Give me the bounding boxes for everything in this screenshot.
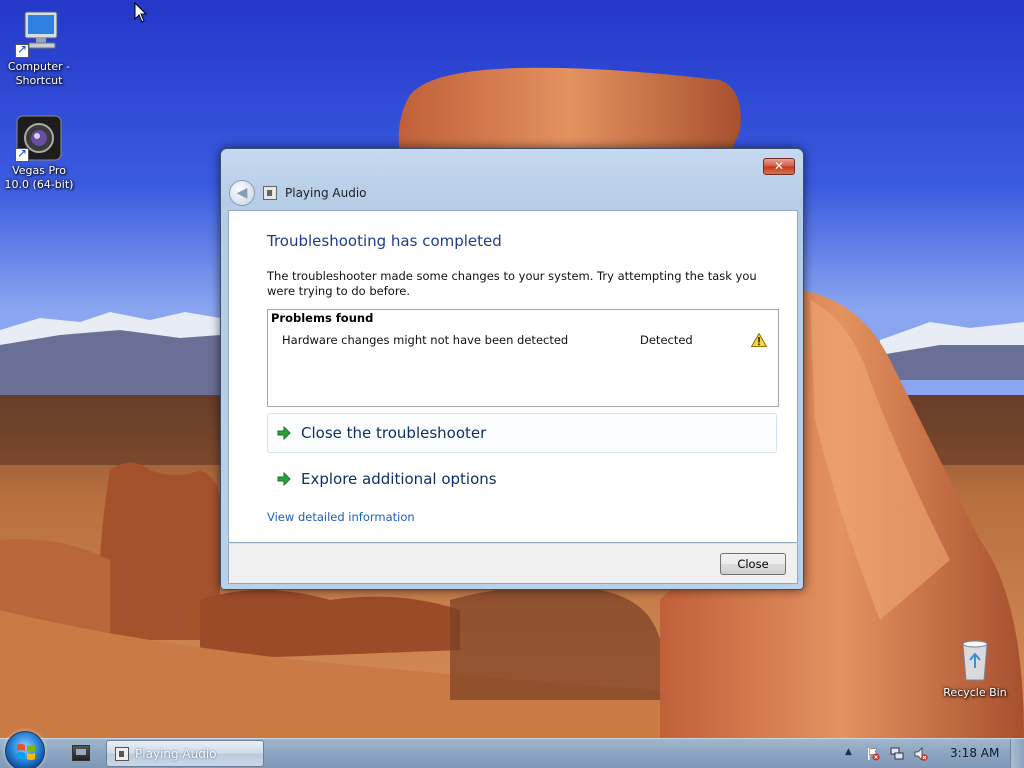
windows-logo-icon	[17, 744, 35, 760]
view-detailed-information-link[interactable]: View detailed information	[267, 510, 415, 524]
problem-row[interactable]: Hardware changes might not have been det…	[282, 333, 776, 351]
window-title: Playing Audio	[285, 186, 367, 200]
window-close-button[interactable]: ✕	[763, 158, 795, 175]
close-troubleshooter-label: Close the troubleshooter	[301, 424, 487, 442]
taskbar: Playing Audio ▲ 3:18 AM	[0, 731, 1024, 768]
desktop-icon-label: Shortcut	[15, 74, 63, 87]
recycle-bin-icon	[951, 636, 999, 684]
taskbar-button-label: Playing Audio	[135, 746, 217, 761]
audio-troubleshooter-icon	[263, 186, 277, 200]
show-hidden-icons-button[interactable]: ▲	[845, 747, 852, 757]
green-arrow-icon	[277, 426, 291, 440]
problem-status: Detected	[640, 333, 693, 347]
problem-name: Hardware changes might not have been det…	[282, 333, 569, 347]
troubleshooter-dialog: ✕ ◀ Playing Audio Troubleshooting has co…	[220, 148, 804, 590]
green-arrow-icon	[277, 472, 291, 486]
desktop-icon-label: 10.0 (64-bit)	[4, 178, 74, 191]
taskbar-button-playing-audio[interactable]: Playing Audio	[106, 740, 264, 767]
problems-found-panel: Problems found Hardware changes might no…	[267, 309, 779, 407]
desktop-icon-label: Computer -	[7, 60, 71, 73]
problems-found-title: Problems found	[271, 311, 374, 325]
back-button[interactable]: ◀	[229, 180, 255, 206]
start-button[interactable]	[5, 731, 45, 768]
desktop-icon-label: Vegas Pro	[12, 164, 66, 177]
quick-launch-media-icon[interactable]	[72, 745, 90, 761]
dialog-footer: Close	[228, 543, 798, 584]
close-troubleshooter-link[interactable]: Close the troubleshooter	[267, 413, 777, 453]
system-clock[interactable]: 3:18 AM	[950, 746, 999, 760]
action-center-flag-icon[interactable]	[866, 747, 880, 761]
audio-troubleshooter-icon	[115, 746, 129, 761]
description-text: The troubleshooter made some changes to …	[267, 269, 757, 298]
mouse-pointer-icon	[134, 2, 148, 23]
close-button[interactable]: Close	[720, 553, 786, 575]
explore-options-label: Explore additional options	[301, 470, 497, 488]
desktop-icon-computer-shortcut[interactable]: Computer - Shortcut	[1, 10, 77, 88]
warning-icon	[751, 333, 767, 347]
desktop-icon-vegas-pro[interactable]: Vegas Pro 10.0 (64-bit)	[1, 114, 77, 192]
shortcut-arrow-icon	[15, 146, 29, 162]
volume-muted-icon[interactable]	[914, 747, 928, 761]
desktop-icon-label: Recycle Bin	[943, 686, 1007, 699]
page-heading: Troubleshooting has completed	[267, 232, 502, 250]
shortcut-arrow-icon	[15, 42, 29, 58]
computer-icon	[15, 10, 63, 58]
title-bar: ◀ Playing Audio	[229, 180, 367, 206]
network-icon[interactable]	[890, 747, 904, 761]
show-desktop-button[interactable]	[1010, 739, 1024, 768]
explore-additional-options-link[interactable]: Explore additional options	[267, 459, 777, 499]
desktop-icon-recycle-bin[interactable]: Recycle Bin	[937, 636, 1013, 700]
vegas-pro-icon	[15, 114, 63, 162]
dialog-content: Troubleshooting has completed The troubl…	[228, 210, 798, 543]
